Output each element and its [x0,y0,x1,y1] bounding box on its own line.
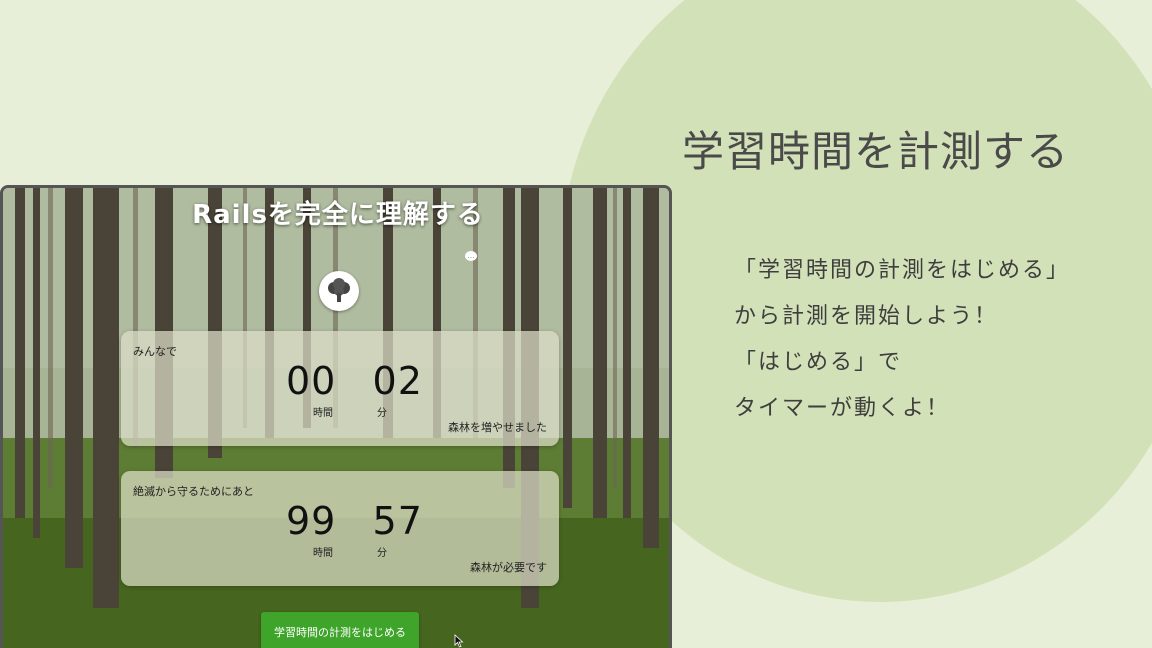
mouse-cursor-icon [454,634,464,648]
minutes-unit: 分 [377,548,387,559]
app-title: Railsを完全に理解する [192,200,484,230]
minutes-value: 57 [372,499,423,543]
description-line: タイマーが動くよ！ [734,396,951,421]
time-display: 00 02 [286,359,423,403]
description-line: 「学習時間の計測をはじめる」 [734,258,1071,283]
card-label: 絶滅から守るためにあと [133,485,254,498]
hours-value: 00 [286,359,337,403]
minutes-unit: 分 [377,408,387,419]
card-footer: 森林を増やせました [448,421,547,434]
card-footer: 森林が必要です [470,561,547,574]
broccoli-tree-icon [319,271,359,311]
everyone-total-card: みんなで 00 02 時間 分 森林を増やせました [121,331,559,446]
chat-bubble-icon[interactable]: … [465,251,477,261]
minutes-value: 02 [372,359,423,403]
slide-heading: 学習時間を計測する [682,127,1070,176]
card-label: みんなで [133,345,177,358]
app-screenshot: Railsを完全に理解する … みんなで 00 02 時間 分 森林を増やせまし… [0,185,672,648]
time-display: 99 57 [286,499,423,543]
description-line: から計測を開始しよう！ [734,304,999,329]
hours-unit: 時間 [313,408,333,419]
slide-description: 「学習時間の計測をはじめる」 から計測を開始しよう！ 「はじめる」で タイマーが… [734,248,1070,432]
hours-unit: 時間 [313,548,333,559]
remaining-time-card: 絶滅から守るためにあと 99 57 時間 分 森林が必要です [121,471,559,586]
description-line: 「はじめる」で [734,350,903,375]
hours-value: 99 [286,499,337,543]
start-timer-button[interactable]: 学習時間の計測をはじめる [261,612,419,648]
